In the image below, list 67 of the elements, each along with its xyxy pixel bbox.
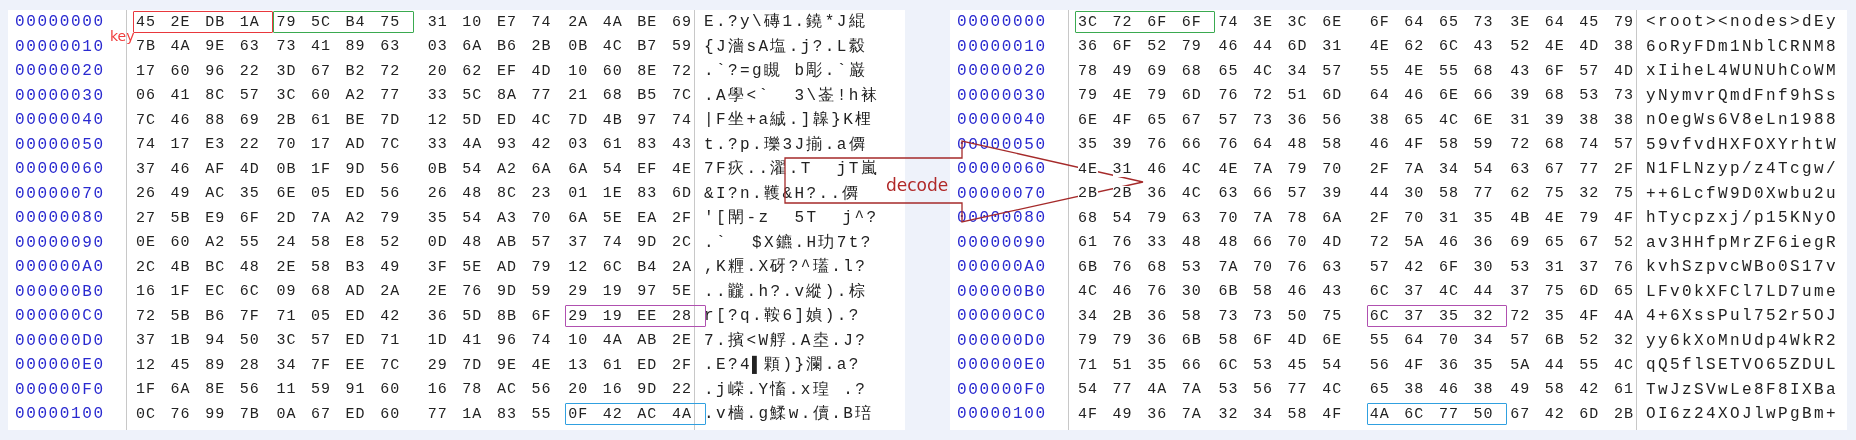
ascii-text: <root><nodes>dEy	[1646, 14, 1839, 31]
hex-byte: 31	[1112, 161, 1133, 177]
offset-label: 00000100	[15, 404, 105, 426]
ascii-text: 7.擯<W艀.A坴.J?	[704, 332, 868, 349]
ascii-text: |F坐+a絾.]韟}K梩	[704, 112, 874, 129]
ascii-text: hTycpzxj/p15KNyO	[1646, 210, 1839, 227]
offset-label: 000000B0	[957, 281, 1047, 303]
offset-label: 00000030	[957, 85, 1047, 107]
ascii-text: .v檣.g鰇w.儥.B琣	[704, 406, 874, 423]
ascii-text: ++6LcfW9D0Xwbu2u	[1646, 185, 1839, 202]
offset-label: 00000010	[957, 36, 1047, 58]
ascii-text: qQ5flSETVO65ZDUL	[1646, 357, 1839, 374]
offset-label: 000000A0	[957, 257, 1047, 279]
offset-label: 00000020	[957, 61, 1047, 83]
ascii-text: r[?q.鞍6]媜).?	[704, 308, 861, 325]
ascii-text: xIiheL4WUNUhCoWM	[1646, 63, 1839, 80]
offset-label: 000000D0	[15, 330, 105, 352]
ascii-text: TwJzSVwLe8F8IXBa	[1646, 381, 1839, 398]
offset-label: 000000F0	[957, 379, 1047, 401]
ascii-text: 6oRyFDm1NblCRNM8	[1646, 38, 1839, 55]
ascii-text: OI6z24XOJlwPgBm+	[1646, 406, 1839, 423]
offset-label: 000000E0	[957, 355, 1047, 377]
offset-label: 000000C0	[957, 306, 1047, 328]
ascii-text: 59vfvdHXFOXYrhtW	[1646, 136, 1839, 153]
ascii-text: yy6kXoMnUdp4WkR2	[1646, 332, 1839, 349]
offset-label: 00000000	[15, 12, 105, 34]
offset-label: 00000040	[15, 110, 105, 132]
ascii-text: .A學<` 3\崟!h袜	[704, 87, 880, 104]
offset-label: 000000D0	[957, 330, 1047, 352]
ascii-text: .E?4▌顆)}瀾.a?	[704, 357, 861, 374]
offset-label: 000000E0	[15, 355, 105, 377]
ascii-text: av3HHfpMrZF6iegR	[1646, 234, 1839, 251]
offset-label: 00000020	[15, 61, 105, 83]
offset-label: 00000060	[15, 159, 105, 181]
offset-label: 00000050	[15, 134, 105, 156]
offset-label: 00000040	[957, 110, 1047, 132]
ascii-text: LFv0kXFCl7LD7ume	[1646, 283, 1839, 300]
offset-label: 00000090	[15, 232, 105, 254]
offset-label: 000000B0	[15, 281, 105, 303]
ascii-text: .` $X鑣.H玏7t?	[704, 234, 873, 251]
ascii-text: '[閛-z 5T j^?	[704, 210, 879, 227]
ascii-text: kvhSzpvcWBo0S17v	[1646, 259, 1839, 276]
ascii-text: nOegWs6V8eLn1988	[1646, 112, 1839, 129]
ascii-text: t.?p.瓅3J揃.a僲	[704, 136, 868, 153]
offset-label: 00000010	[15, 36, 105, 58]
ascii-text: E.?y\磚1.鐃*J緄	[704, 14, 868, 31]
offset-label: 00000100	[957, 404, 1047, 426]
ascii-text: .`?=g瞡 b彫.`巌	[704, 63, 868, 80]
offset-label: 00000030	[15, 85, 105, 107]
offset-label: 00000070	[15, 183, 105, 205]
ascii-text: yNymvrQmdFnf9hSs	[1646, 87, 1839, 104]
ascii-text: 4+6XssPul752r5OJ	[1646, 308, 1839, 325]
offset-label: 00000000	[957, 12, 1047, 34]
ascii-text: N1FLNzyp/z4Tcgw/	[1646, 161, 1839, 178]
offset-label: 000000F0	[15, 379, 105, 401]
offset-label: 000000C0	[15, 306, 105, 328]
offset-label: 00000070	[957, 183, 1047, 205]
ascii-text: ..龖.h?.v縱).棕	[704, 283, 868, 300]
ascii-text: .j嵘.Y慉.x瑝 .?	[704, 381, 868, 398]
offset-label: 00000090	[957, 232, 1047, 254]
ascii-text: ,K糎.X砑?^瓂.l?	[704, 259, 868, 276]
ascii-text: {J濇sA塩.j?.L縠	[704, 38, 868, 55]
offset-label: 00000060	[957, 159, 1047, 181]
offset-label: 000000A0	[15, 257, 105, 279]
key-label: key	[110, 29, 135, 43]
offset-label: 00000080	[15, 208, 105, 230]
decode-label: decode	[886, 177, 949, 194]
